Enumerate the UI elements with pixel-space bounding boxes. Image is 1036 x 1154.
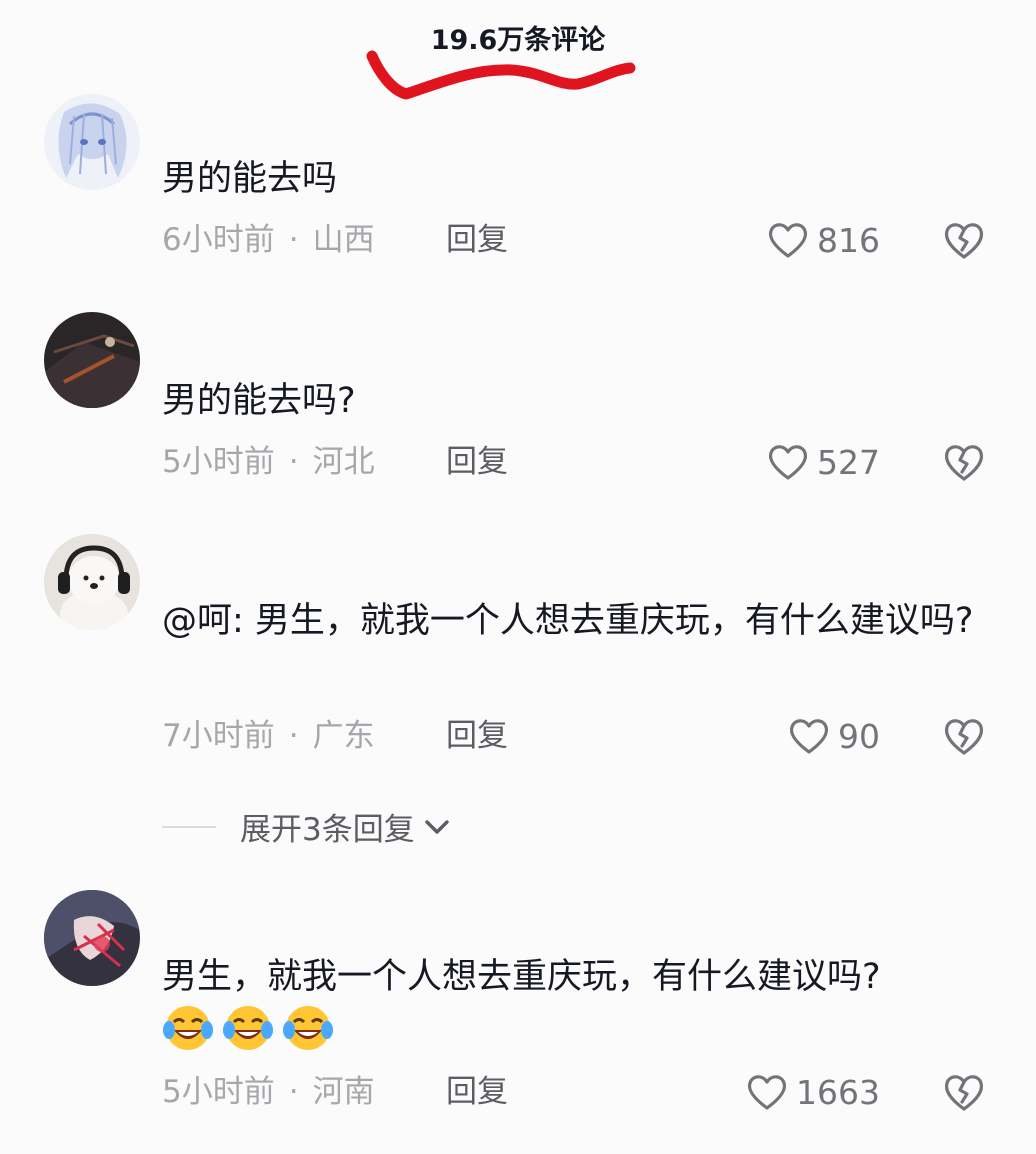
divider [162,825,216,828]
like-count: 816 [817,220,880,260]
reply-button[interactable]: 回复 [446,442,508,482]
comment-location: 河南 [312,1074,375,1110]
comment-time: 5小时前 [162,444,275,480]
comment-text: 男生，就我一个人想去重庆玩，有什么建议吗? [162,957,881,997]
emoji-row [160,1000,336,1056]
comment-meta: 7小时前 · 广东 [162,718,375,754]
comment-text: 男的能去吗? [162,381,356,421]
like-count: 90 [838,716,880,756]
expand-replies-button[interactable]: 展开3条回复 [162,804,451,849]
laugh-cry-icon [220,1000,276,1056]
broken-heart-icon[interactable] [942,442,986,482]
comment-time: 7小时前 [162,718,275,754]
comment-panel: 19.6万条评论 男的能去吗 6小时前 · 山西 回复 816 男的能去吗? 5… [0,0,1036,1154]
heart-outline-icon [768,445,808,480]
avatar[interactable] [44,534,140,630]
comment-meta: 5小时前 · 河南 [162,1074,375,1110]
comment-location: 河北 [312,444,375,480]
laugh-cry-icon [160,1000,216,1056]
broken-heart-icon[interactable] [942,716,986,756]
comment-meta: 6小时前 · 山西 [162,222,375,258]
red-underline-scribble [366,50,636,100]
comment-text: 男的能去吗 [162,159,338,199]
comment-location: 山西 [312,222,375,258]
like-count: 1663 [796,1072,880,1112]
avatar[interactable] [44,312,140,408]
avatar[interactable] [44,890,140,986]
heart-outline-icon [768,223,808,258]
like-button[interactable]: 527 [767,440,880,484]
comment-text: @呵: 男生，就我一个人想去重庆玩，有什么建议吗? [162,601,974,641]
broken-heart-icon[interactable] [942,1072,986,1112]
comment-meta: 5小时前 · 河北 [162,444,375,480]
broken-heart-icon[interactable] [942,220,986,260]
avatar[interactable] [44,94,140,190]
chevron-down-icon [425,819,449,834]
like-count: 527 [817,442,880,482]
heart-outline-icon [747,1075,787,1110]
comment-location: 广东 [312,718,375,754]
expand-replies-label: 展开3条回复 [240,812,415,848]
reply-button[interactable]: 回复 [446,220,508,260]
reply-button[interactable]: 回复 [446,1072,508,1112]
comment-time: 6小时前 [162,222,275,258]
heart-outline-icon [789,719,829,754]
like-button[interactable]: 90 [788,714,880,758]
laugh-cry-icon [280,1000,336,1056]
comment-time: 5小时前 [162,1074,275,1110]
like-button[interactable]: 1663 [746,1070,880,1114]
reply-button[interactable]: 回复 [446,716,508,756]
like-button[interactable]: 816 [767,218,880,262]
